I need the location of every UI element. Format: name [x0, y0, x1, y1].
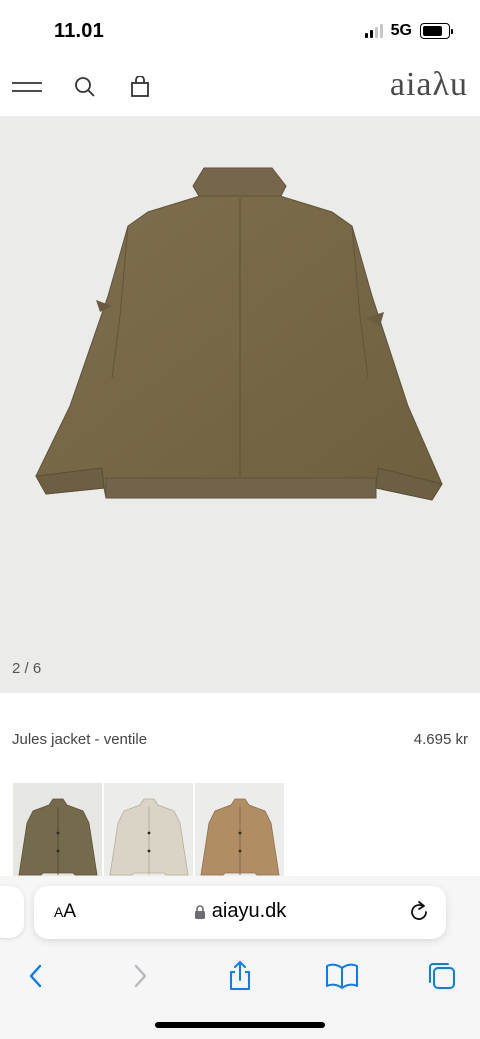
- search-icon[interactable]: [68, 72, 102, 102]
- product-image[interactable]: 2 / 6: [0, 116, 480, 693]
- previous-tab-preview[interactable]: [0, 886, 24, 938]
- status-time: 11.01: [54, 20, 104, 42]
- image-counter: 2 / 6: [12, 660, 42, 677]
- reload-icon[interactable]: [406, 899, 432, 925]
- brand-logo[interactable]: aiaλu: [390, 66, 468, 104]
- shopping-bag-icon[interactable]: [123, 72, 157, 102]
- jacket-back-illustration: [35, 167, 443, 501]
- variant-thumbnail-stone[interactable]: [104, 783, 193, 878]
- address-bar[interactable]: AA aiayu.dk: [34, 886, 446, 939]
- variant-thumbnail-tan[interactable]: [195, 783, 284, 878]
- status-indicators: 5G: [364, 22, 453, 40]
- color-variants: [13, 783, 284, 878]
- network-type: 5G: [390, 22, 412, 39]
- tabs-icon[interactable]: [424, 958, 460, 994]
- browser-bottom-bar: AA aiayu.dk: [0, 876, 480, 1039]
- product-price: 4.695 kr: [413, 731, 468, 748]
- lock-icon: [194, 904, 205, 919]
- battery-icon: [420, 23, 453, 39]
- status-bar: 11.01 5G: [0, 0, 480, 62]
- home-indicator[interactable]: [155, 1022, 325, 1028]
- url-text: aiayu.dk: [211, 900, 287, 922]
- menu-icon[interactable]: [10, 72, 44, 102]
- url-display[interactable]: aiayu.dk: [34, 900, 446, 923]
- share-icon[interactable]: [222, 958, 258, 994]
- back-icon[interactable]: [18, 958, 54, 994]
- bookmarks-icon[interactable]: [324, 958, 360, 994]
- product-name: Jules jacket - ventile: [12, 731, 148, 748]
- forward-icon[interactable]: [122, 958, 158, 994]
- site-header: aiaλu: [0, 62, 480, 116]
- cellular-signal-icon: [364, 24, 383, 38]
- variant-thumbnail-olive[interactable]: [13, 783, 102, 878]
- browser-toolbar: [0, 954, 480, 998]
